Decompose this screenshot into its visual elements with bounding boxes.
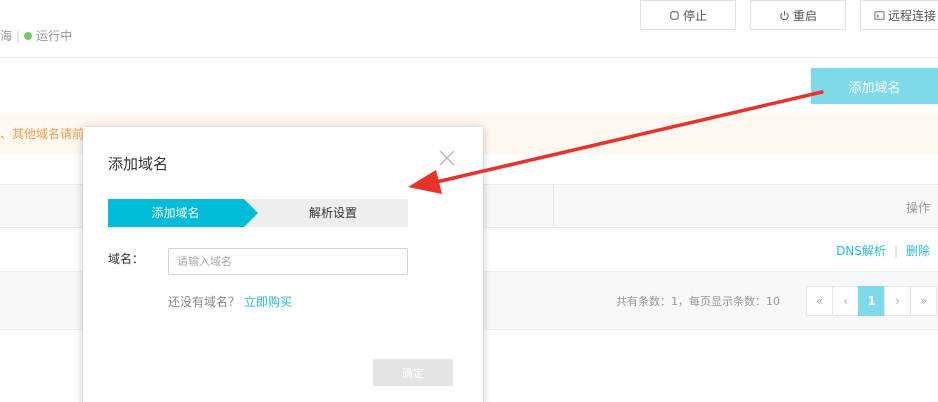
record-count: 共有条数：1，每页显示条数：10 — [616, 295, 780, 308]
buy-now-link[interactable]: 立即购买 — [244, 295, 292, 309]
domain-field-label: 域名： — [108, 252, 145, 266]
column-divider — [553, 185, 554, 228]
terminal-icon — [874, 10, 885, 20]
status-text: 运行中 — [36, 29, 73, 43]
power-icon — [780, 10, 789, 20]
instance-location: 海 | 运行中 — [0, 29, 73, 43]
row-actions: DNS解析 | 删除 — [836, 244, 930, 258]
no-domain-hint: 还没有域名？ 立即购买 — [168, 293, 292, 310]
close-icon[interactable] — [438, 149, 456, 167]
stop-icon — [670, 10, 679, 20]
next-page-button[interactable]: › — [884, 286, 911, 316]
remote-connect-button[interactable]: 远程连接 — [860, 0, 938, 30]
dialog-title: 添加域名 — [108, 155, 169, 173]
region-text: 海 — [0, 29, 13, 43]
first-page-button[interactable]: « — [806, 286, 833, 316]
confirm-button[interactable]: 确定 — [373, 359, 453, 386]
add-domain-dialog: 添加域名 添加域名 解析设置 域名： 还没有域名？立即购买 确定 — [83, 127, 483, 402]
page-number-button[interactable]: 1 — [858, 286, 885, 316]
stop-button[interactable]: 停止 — [640, 0, 736, 30]
dns-resolve-link[interactable]: DNS解析 — [836, 244, 886, 258]
operations-header: 操作 — [905, 201, 930, 215]
step-dns-settings: 解析设置 — [308, 206, 357, 220]
pagination: « ‹ 1 › » — [806, 286, 937, 316]
running-status-dot-icon — [24, 32, 33, 40]
no-domain-text: 还没有域名？ — [168, 295, 241, 309]
step-1-label: 添加域名 — [151, 206, 200, 220]
instance-header: 海 | 运行中 停止 重启 远程连接 — [0, 0, 938, 58]
restart-button[interactable]: 重启 — [750, 0, 846, 30]
step-add-domain: 添加域名 — [108, 199, 258, 227]
last-page-button[interactable]: » — [910, 286, 937, 316]
delete-link[interactable]: 删除 — [906, 244, 930, 258]
domain-input[interactable] — [168, 248, 408, 275]
add-domain-button[interactable]: 添加域名 — [811, 68, 938, 104]
step-indicator: 添加域名 解析设置 — [108, 199, 408, 227]
prev-page-button[interactable]: ‹ — [832, 286, 859, 316]
